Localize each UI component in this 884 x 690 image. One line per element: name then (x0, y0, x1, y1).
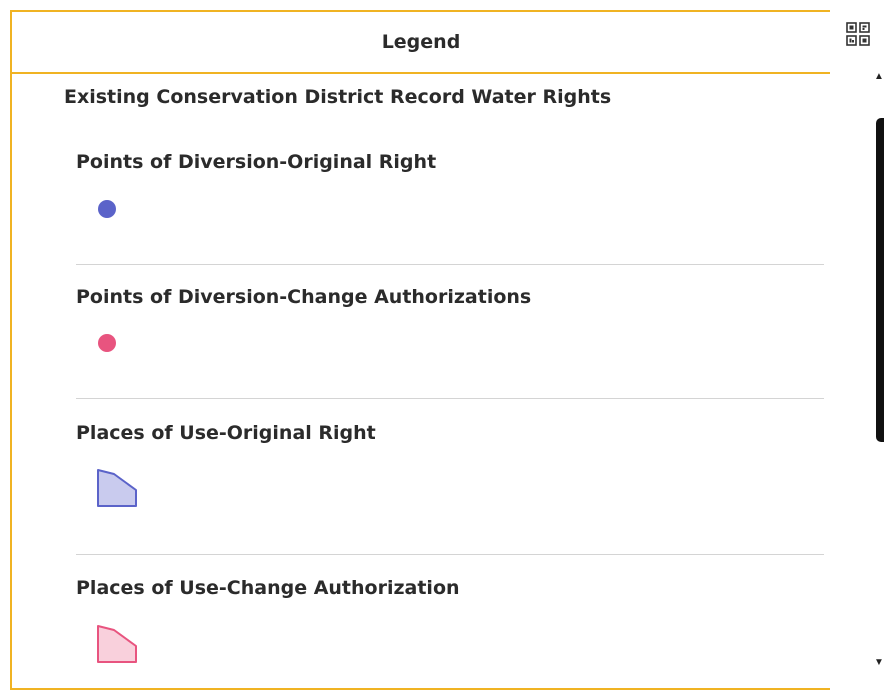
legend-item-points-change: Points of Diversion-Change Authorization… (76, 285, 824, 309)
qr-grid-icon (846, 22, 870, 46)
legend-item-label: Places of Use-Original Right (76, 422, 376, 444)
polygon-symbol-icon (97, 469, 137, 507)
legend-item-places-change: Places of Use-Change Authorization (76, 576, 824, 600)
layer-title: Existing Conservation District Record Wa… (64, 86, 612, 108)
scroll-up-arrow-icon[interactable]: ▲ (874, 72, 884, 82)
legend-divider (76, 264, 824, 265)
point-symbol-icon (98, 334, 116, 352)
legend-divider (76, 398, 824, 399)
polygon-symbol-icon (97, 625, 137, 663)
legend-title: Legend (381, 31, 461, 53)
point-symbol-icon (98, 200, 116, 218)
legend-item-label: Places of Use-Change Authorization (76, 577, 460, 599)
legend-divider (76, 554, 824, 555)
legend-item-label: Points of Diversion-Original Right (76, 151, 437, 173)
scroll-down-arrow-icon[interactable]: ▼ (874, 658, 884, 668)
legend-item-points-original: Points of Diversion-Original Right (76, 150, 824, 174)
scrollbar-thumb[interactable] (876, 118, 884, 442)
legend-header: Legend (12, 12, 830, 74)
legend-item-label: Points of Diversion-Change Authorization… (76, 286, 532, 308)
legend-item-places-original: Places of Use-Original Right (76, 421, 824, 445)
qr-grid-button[interactable] (832, 10, 884, 58)
